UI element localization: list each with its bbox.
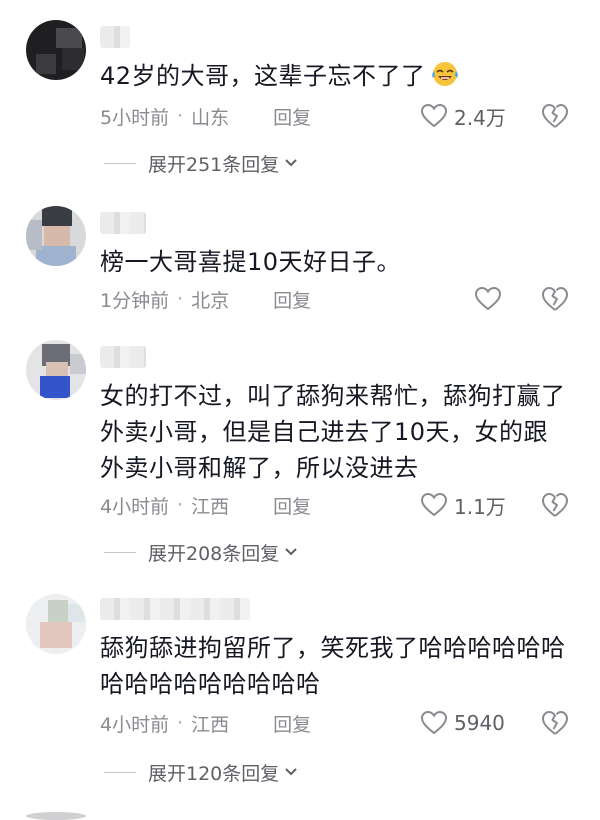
reply-button[interactable]: 回复 (273, 710, 311, 737)
comment-text: 42岁的大哥，这辈子忘不了了 (100, 58, 580, 94)
reply-button[interactable]: 回复 (273, 286, 311, 313)
comment-time: 4小时前 (100, 495, 170, 518)
username-blurred[interactable] (100, 598, 250, 620)
divider-line (104, 551, 136, 553)
heart-icon (420, 492, 448, 517)
expand-replies-button[interactable]: 展开208条回复 (104, 537, 299, 567)
username-blurred[interactable] (100, 212, 146, 234)
avatar[interactable] (26, 594, 86, 654)
avatar[interactable] (26, 20, 86, 80)
chevron-down-icon (285, 548, 297, 556)
broken-heart-icon[interactable] (540, 708, 570, 738)
comment-meta: 1分钟前 · 北京 回复 (100, 284, 580, 314)
chevron-down-icon (285, 159, 297, 167)
like-count: 2.4万 (454, 105, 506, 130)
like-button[interactable]: 2.4万 (420, 101, 506, 131)
meta-separator: · (177, 494, 184, 516)
comment-time: 4小时前 (100, 713, 170, 736)
broken-heart-icon[interactable] (540, 490, 570, 520)
username-blurred[interactable] (100, 346, 146, 368)
comment-meta: 4小时前 · 江西 回复 (100, 708, 580, 738)
expand-replies-label: 展开208条回复 (148, 542, 280, 565)
expand-replies-label: 展开251条回复 (148, 153, 280, 176)
comment-time: 1分钟前 (100, 289, 170, 312)
expand-replies-button[interactable]: 展开251条回复 (104, 148, 299, 178)
like-button[interactable]: 5940 (420, 708, 505, 738)
comment-location: 山东 (191, 106, 230, 129)
like-count: 1.1万 (454, 494, 506, 519)
meta-separator: · (177, 712, 184, 734)
broken-heart-icon[interactable] (540, 101, 570, 131)
meta-separator: · (177, 288, 184, 310)
expand-replies-label: 展开120条回复 (148, 762, 280, 785)
username-blurred[interactable] (100, 26, 130, 48)
comment-meta: 5小时前 · 山东 回复 (100, 101, 580, 131)
like-button[interactable] (474, 284, 502, 314)
reply-button[interactable]: 回复 (273, 492, 311, 519)
divider-line (104, 162, 136, 164)
comment-text: 舔狗舔进拘留所了，笑死我了哈哈哈哈哈哈哈哈哈哈哈哈哈哈哈 (100, 634, 566, 698)
comment-location: 江西 (191, 713, 230, 736)
avatar[interactable] (26, 812, 86, 820)
chevron-down-icon (285, 768, 297, 776)
heart-icon (474, 286, 502, 311)
comment-text: 榜一大哥喜提10天好日子。 (100, 248, 402, 276)
avatar[interactable] (26, 206, 86, 266)
comment-meta: 4小时前 · 江西 回复 (100, 490, 580, 520)
avatar[interactable] (26, 340, 86, 400)
comment-location: 北京 (191, 289, 230, 312)
divider-line (104, 771, 136, 773)
comment-text-content: 42岁的大哥，这辈子忘不了了 (100, 62, 426, 90)
heart-icon (420, 103, 448, 128)
expand-replies-button[interactable]: 展开120条回复 (104, 757, 299, 787)
broken-heart-icon[interactable] (540, 284, 570, 314)
laughing-crying-emoji-icon (431, 62, 458, 86)
comment-text: 女的打不过，叫了舔狗来帮忙，舔狗打赢了外卖小哥，但是自己进去了10天，女的跟外卖… (100, 382, 566, 482)
reply-button[interactable]: 回复 (273, 103, 311, 130)
comment-location: 江西 (191, 495, 230, 518)
like-button[interactable]: 1.1万 (420, 490, 506, 520)
heart-icon (420, 710, 448, 735)
comment-time: 5小时前 (100, 106, 170, 129)
meta-separator: · (177, 105, 184, 127)
like-count: 5940 (454, 711, 505, 735)
